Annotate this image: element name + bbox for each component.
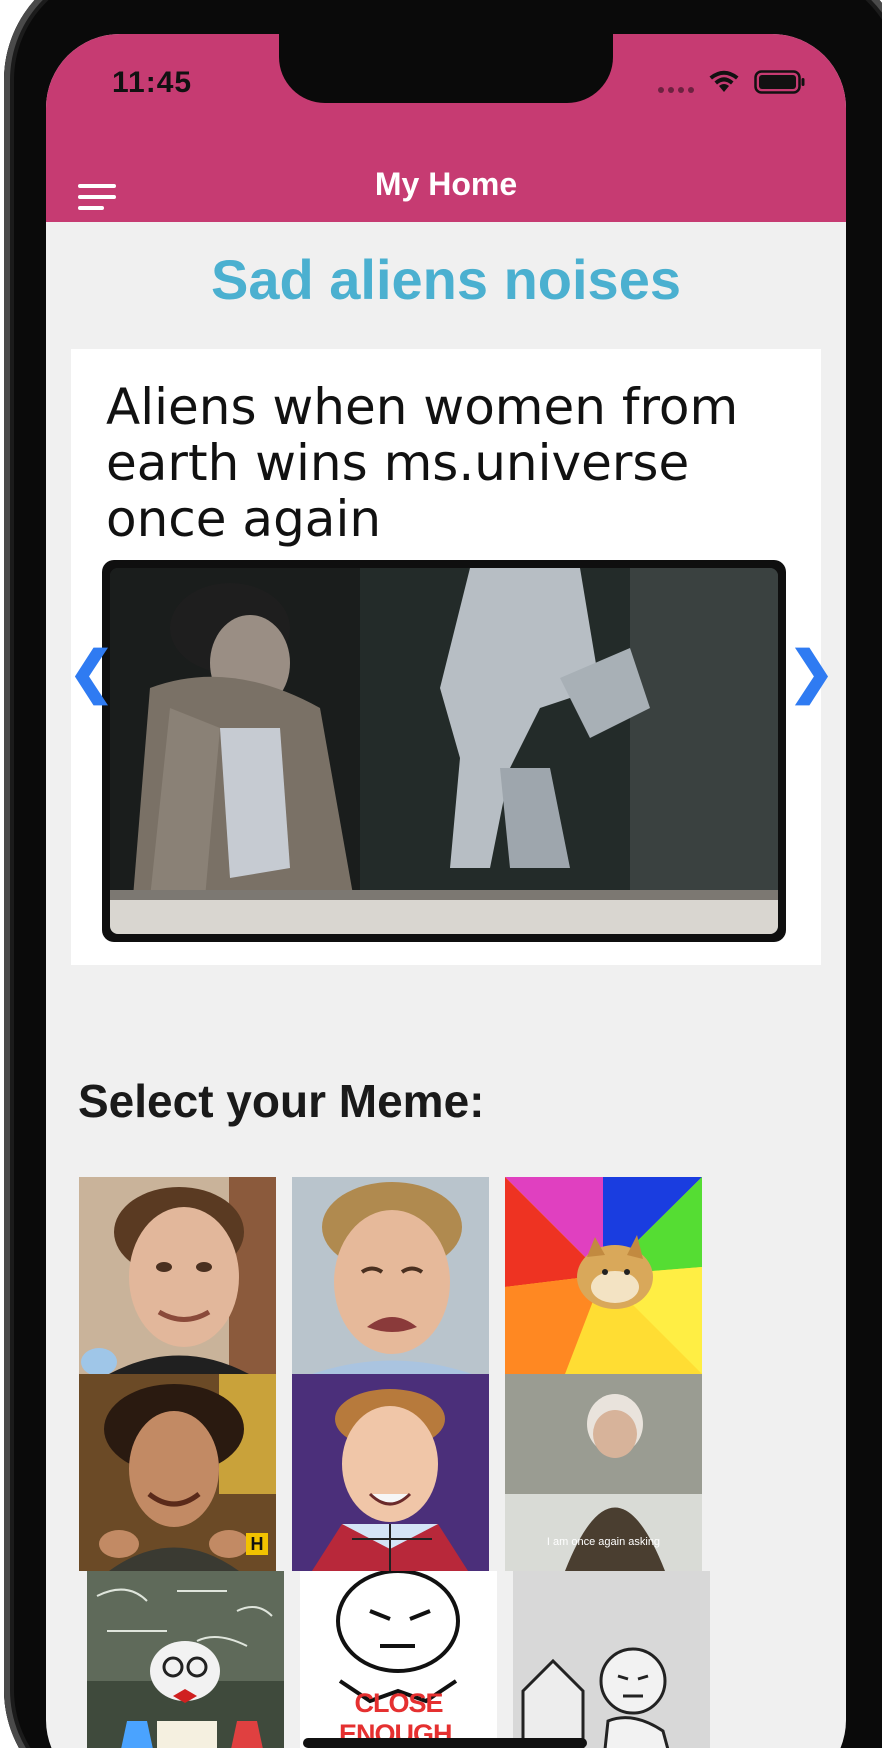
meme-caption: Aliens when women from earth wins ms.uni… [106, 378, 739, 548]
home-indicator[interactable] [303, 1738, 587, 1748]
carousel-prev-button[interactable]: ❮ [68, 644, 115, 700]
carousel-next-button[interactable]: ❯ [788, 644, 835, 700]
meme-thumb-ancient-aliens[interactable]: H [79, 1374, 276, 1571]
camera-notch [279, 34, 613, 103]
signal-icon [658, 71, 694, 93]
page-title: My Home [374, 166, 518, 202]
meme-thumb-computer-guy[interactable] [513, 1571, 710, 1748]
meme-thumb-crying-dawson[interactable] [292, 1177, 489, 1374]
app-screen: 11:45 My Home Sad aliens noises Aliens w… [46, 34, 846, 1748]
status-time: 11:45 [112, 66, 193, 99]
history-logo-badge: H [246, 1533, 268, 1555]
meme-carousel: Aliens when women from earth wins ms.uni… [71, 349, 821, 965]
meme-thumb-close-enough[interactable]: CLOSE ENOUGH. [300, 1571, 497, 1748]
select-meme-label: Select your Meme: [78, 1075, 485, 1127]
meme-thumb-10-guy[interactable] [79, 1177, 276, 1374]
status-icons [658, 70, 806, 94]
meme-thumb-scientist-cat[interactable] [87, 1571, 284, 1748]
wifi-icon [708, 70, 740, 94]
meme-thumb-doge[interactable] [505, 1177, 702, 1374]
meme-thumb-bad-luck-brian[interactable] [292, 1374, 489, 1571]
bernie-caption: I am once again asking [546, 1536, 661, 1548]
meme-title: Sad aliens noises [211, 248, 681, 311]
header-bar: 11:45 My Home [46, 34, 846, 222]
navigation-bar: My Home [46, 144, 846, 222]
phone-device: 11:45 My Home Sad aliens noises Aliens w… [0, 0, 882, 1748]
meme-image [102, 560, 786, 942]
battery-icon [754, 70, 806, 94]
meme-thumb-bernie-asking[interactable]: I am once again asking [505, 1374, 702, 1571]
